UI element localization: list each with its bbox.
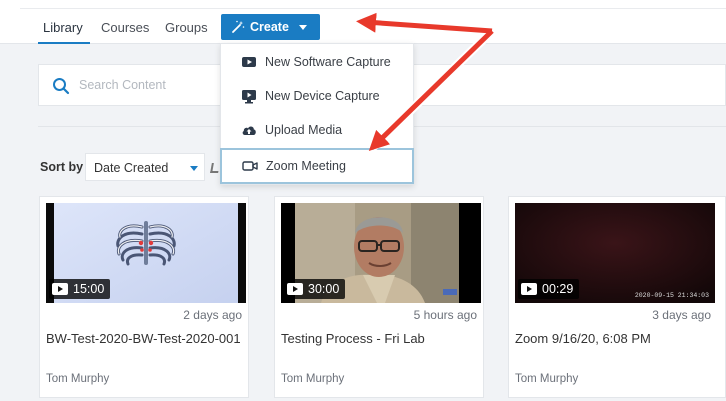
video-thumbnail[interactable]: 15:00 bbox=[46, 203, 246, 303]
card-owner: Tom Murphy bbox=[515, 373, 579, 385]
video-thumbnail[interactable]: 30:00 bbox=[281, 203, 481, 303]
card-owner: Tom Murphy bbox=[281, 373, 345, 385]
duration-text: 15:00 bbox=[73, 282, 105, 296]
duration-text: 00:29 bbox=[542, 282, 574, 296]
play-icon bbox=[52, 283, 68, 295]
play-icon bbox=[287, 283, 303, 295]
sort-label: Sort by bbox=[40, 160, 84, 174]
chevron-down-icon bbox=[298, 24, 307, 30]
duration-text: 30:00 bbox=[308, 282, 340, 296]
menu-item-label: Zoom Meeting bbox=[266, 159, 346, 173]
card-title[interactable]: Testing Process - Fri Lab bbox=[281, 329, 481, 349]
tab-library[interactable]: Library bbox=[43, 20, 83, 35]
magic-wand-icon bbox=[232, 20, 245, 33]
duration-badge: 30:00 bbox=[284, 279, 346, 299]
menu-item-label: New Device Capture bbox=[265, 89, 380, 103]
tab-courses[interactable]: Courses bbox=[101, 20, 149, 35]
device-capture-icon bbox=[242, 90, 256, 104]
menu-item-zoom-meeting[interactable]: Zoom Meeting bbox=[220, 148, 414, 184]
search-icon bbox=[53, 78, 70, 95]
card-owner: Tom Murphy bbox=[46, 373, 110, 385]
active-tab-underline bbox=[38, 42, 90, 44]
tab-groups[interactable]: Groups bbox=[165, 20, 208, 35]
top-strip bbox=[20, 8, 726, 9]
media-card[interactable]: 15:00 2 days ago BW-Test-2020-BW-Test-20… bbox=[39, 196, 249, 398]
card-age: 5 hours ago bbox=[413, 308, 477, 322]
play-icon bbox=[521, 283, 537, 295]
menu-item-upload-media[interactable]: Upload Media bbox=[221, 114, 413, 146]
cloud-upload-icon bbox=[242, 126, 256, 135]
menu-item-new-device-capture[interactable]: New Device Capture bbox=[221, 80, 413, 112]
card-age: 3 days ago bbox=[652, 308, 711, 322]
create-button[interactable]: Create bbox=[221, 14, 320, 40]
card-title[interactable]: BW-Test-2020-BW-Test-2020-001 bbox=[46, 329, 246, 349]
sort-direction-icon[interactable] bbox=[210, 163, 220, 173]
duration-badge: 15:00 bbox=[49, 279, 111, 299]
sort-select-value: Date Created bbox=[94, 161, 169, 175]
media-card[interactable]: 30:00 5 hours ago Testing Process - Fri … bbox=[274, 196, 484, 398]
menu-item-label: New Software Capture bbox=[265, 55, 391, 69]
video-timestamp: 2020-09-15 21:34:03 bbox=[634, 292, 709, 299]
top-nav: Library Courses Groups Create bbox=[0, 0, 726, 44]
duration-badge: 00:29 bbox=[518, 279, 580, 299]
menu-item-new-software-capture[interactable]: New Software Capture bbox=[221, 46, 413, 78]
card-age: 2 days ago bbox=[183, 308, 242, 322]
zoom-camera-icon bbox=[242, 161, 258, 171]
chevron-down-icon bbox=[190, 166, 198, 171]
sort-select[interactable]: Date Created bbox=[85, 153, 205, 181]
media-card[interactable]: 2020-09-15 21:34:03 00:29 3 days ago Zoo… bbox=[508, 196, 726, 398]
video-thumbnail[interactable]: 2020-09-15 21:34:03 00:29 bbox=[515, 203, 715, 303]
menu-item-label: Upload Media bbox=[265, 123, 343, 137]
create-button-label: Create bbox=[250, 20, 289, 34]
screen-capture-icon bbox=[242, 57, 256, 67]
card-title[interactable]: Zoom 9/16/20, 6:08 PM bbox=[515, 329, 715, 349]
create-dropdown-menu: New Software Capture New Device Capture … bbox=[220, 43, 414, 185]
